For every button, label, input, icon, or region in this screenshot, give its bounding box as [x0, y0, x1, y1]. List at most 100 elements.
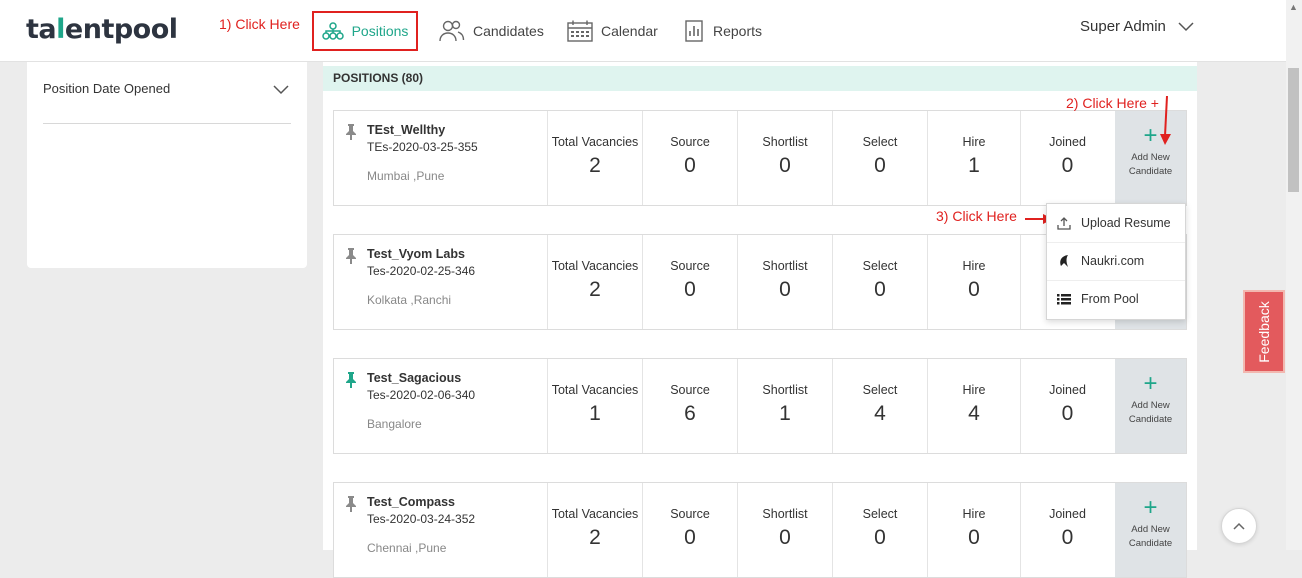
org-chart-icon	[321, 22, 344, 40]
position-title[interactable]: Test_Sagacious	[367, 371, 461, 385]
stat-select[interactable]: Select 0	[833, 111, 928, 205]
stat-joined[interactable]: Joined 0	[1021, 359, 1114, 453]
stat-value: 0	[684, 278, 696, 301]
add-candidate-label: Add New	[1131, 524, 1170, 535]
stat-value: 0	[779, 278, 791, 301]
add-new-candidate-button[interactable]: + Add New Candidate	[1115, 483, 1186, 577]
stat-value: 2	[589, 526, 601, 549]
stat-source[interactable]: Source 0	[643, 111, 738, 205]
stat-source[interactable]: Source 0	[643, 235, 738, 329]
position-title[interactable]: Test_Vyom Labs	[367, 247, 465, 261]
stat-joined[interactable]: Joined 0	[1021, 483, 1114, 577]
stat-label: Shortlist	[762, 507, 808, 521]
positions-header: POSITIONS (80)	[323, 66, 1197, 91]
user-menu[interactable]: Super Admin	[1080, 18, 1194, 35]
stat-label: Total Vacancies	[551, 259, 639, 273]
add-candidate-label: Add New	[1131, 400, 1170, 411]
stat-label: Joined	[1049, 383, 1086, 397]
logo-text-start: ta	[26, 14, 57, 45]
add-new-candidate-button[interactable]: + Add New Candidate	[1115, 359, 1186, 453]
nav-positions[interactable]: Positions	[312, 11, 418, 51]
stat-value: 4	[968, 402, 980, 425]
feedback-label: Feedback	[1256, 300, 1272, 363]
upload-resume-label: Upload Resume	[1081, 216, 1171, 230]
stat-value: 6	[684, 402, 696, 425]
position-code: Tes-2020-02-06-340	[367, 388, 476, 402]
stat-value: 0	[779, 154, 791, 177]
stat-value: 0	[874, 526, 886, 549]
nav-reports[interactable]: Reports	[685, 0, 762, 61]
from-pool-option[interactable]: From Pool	[1047, 280, 1185, 318]
nav-candidates-label: Candidates	[473, 22, 544, 39]
position-code: Tes-2020-03-24-352	[367, 512, 476, 526]
stat-value: 2	[589, 154, 601, 177]
position-location: Mumbai ,Pune	[367, 169, 445, 183]
stat-value: 1	[779, 402, 791, 425]
upload-resume-option[interactable]: Upload Resume	[1047, 204, 1185, 243]
stat-value: 0	[874, 154, 886, 177]
position-info: Test_Compass Tes-2020-03-24-352 Chennai …	[334, 483, 548, 577]
pin-icon[interactable]	[346, 496, 356, 517]
stat-total-vacancies[interactable]: Total Vacancies 2	[548, 235, 643, 329]
stat-label: Select	[862, 135, 898, 149]
stat-value: 1	[968, 154, 980, 177]
nav-reports-label: Reports	[713, 22, 763, 39]
add-candidate-label: Candidate	[1128, 538, 1173, 549]
stat-total-vacancies[interactable]: Total Vacancies 2	[548, 483, 643, 577]
nav-candidates[interactable]: Candidates	[439, 0, 544, 61]
stat-label: Hire	[962, 135, 986, 149]
stat-source[interactable]: Source 0	[643, 483, 738, 577]
position-card[interactable]: TEst_Wellthy TEs-2020-03-25-355 Mumbai ,…	[333, 110, 1187, 206]
stat-value: 0	[968, 278, 980, 301]
position-card[interactable]: Test_Compass Tes-2020-03-24-352 Chennai …	[333, 482, 1187, 578]
chevron-down-icon[interactable]	[273, 82, 289, 100]
stat-shortlist[interactable]: Shortlist 0	[738, 483, 833, 577]
stat-hire[interactable]: Hire 0	[928, 483, 1021, 577]
plus-icon: +	[1143, 494, 1158, 521]
stat-hire[interactable]: Hire 0	[928, 235, 1021, 329]
stat-hire[interactable]: Hire 1	[928, 111, 1021, 205]
stat-joined[interactable]: Joined 0	[1021, 111, 1114, 205]
position-title[interactable]: Test_Compass	[367, 495, 455, 509]
scrollbar-thumb[interactable]	[1288, 68, 1299, 192]
position-location: Kolkata ,Ranchi	[367, 293, 452, 307]
add-new-candidate-button[interactable]: + Add New Candidate	[1115, 111, 1186, 205]
stat-value: 0	[779, 526, 791, 549]
add-candidate-label: Candidate	[1128, 414, 1173, 425]
stat-select[interactable]: Select 0	[833, 235, 928, 329]
logo-text-end: entpool	[64, 14, 178, 45]
position-title[interactable]: TEst_Wellthy	[367, 123, 445, 137]
stat-value: 0	[1061, 402, 1074, 425]
nav-calendar[interactable]: Calendar	[567, 0, 658, 61]
stat-label: Shortlist	[762, 135, 808, 149]
pin-icon[interactable]	[346, 124, 356, 145]
logo-text-accent: l	[56, 14, 65, 45]
pinned-icon[interactable]	[346, 372, 356, 393]
feedback-tab[interactable]: Feedback	[1243, 290, 1285, 373]
plus-icon: +	[1143, 370, 1158, 397]
stat-label: Source	[670, 259, 710, 273]
naukri-logo-icon	[1047, 254, 1081, 268]
stat-label: Hire	[962, 507, 986, 521]
position-card[interactable]: Test_Sagacious Tes-2020-02-06-340 Bangal…	[333, 358, 1187, 454]
talentpool-logo[interactable]: talentpool	[26, 14, 178, 45]
stat-select[interactable]: Select 0	[833, 483, 928, 577]
people-icon	[439, 20, 465, 42]
add-candidate-label: Candidate	[1128, 166, 1173, 177]
stat-select[interactable]: Select 4	[833, 359, 928, 453]
scroll-to-top-button[interactable]	[1221, 508, 1257, 544]
stat-total-vacancies[interactable]: Total Vacancies 1	[548, 359, 643, 453]
stat-shortlist[interactable]: Shortlist 0	[738, 111, 833, 205]
nav-calendar-label: Calendar	[601, 22, 658, 39]
chevron-down-icon	[1178, 21, 1194, 32]
stat-shortlist[interactable]: Shortlist 0	[738, 235, 833, 329]
naukri-option[interactable]: Naukri.com	[1047, 242, 1185, 281]
stat-label: Shortlist	[762, 383, 808, 397]
stat-source[interactable]: Source 6	[643, 359, 738, 453]
stat-total-vacancies[interactable]: Total Vacancies 2	[548, 111, 643, 205]
scroll-up-arrow-icon[interactable]: ▲	[1289, 2, 1298, 12]
stat-hire[interactable]: Hire 4	[928, 359, 1021, 453]
plus-icon: +	[1143, 122, 1158, 149]
stat-shortlist[interactable]: Shortlist 1	[738, 359, 833, 453]
pin-icon[interactable]	[346, 248, 356, 269]
